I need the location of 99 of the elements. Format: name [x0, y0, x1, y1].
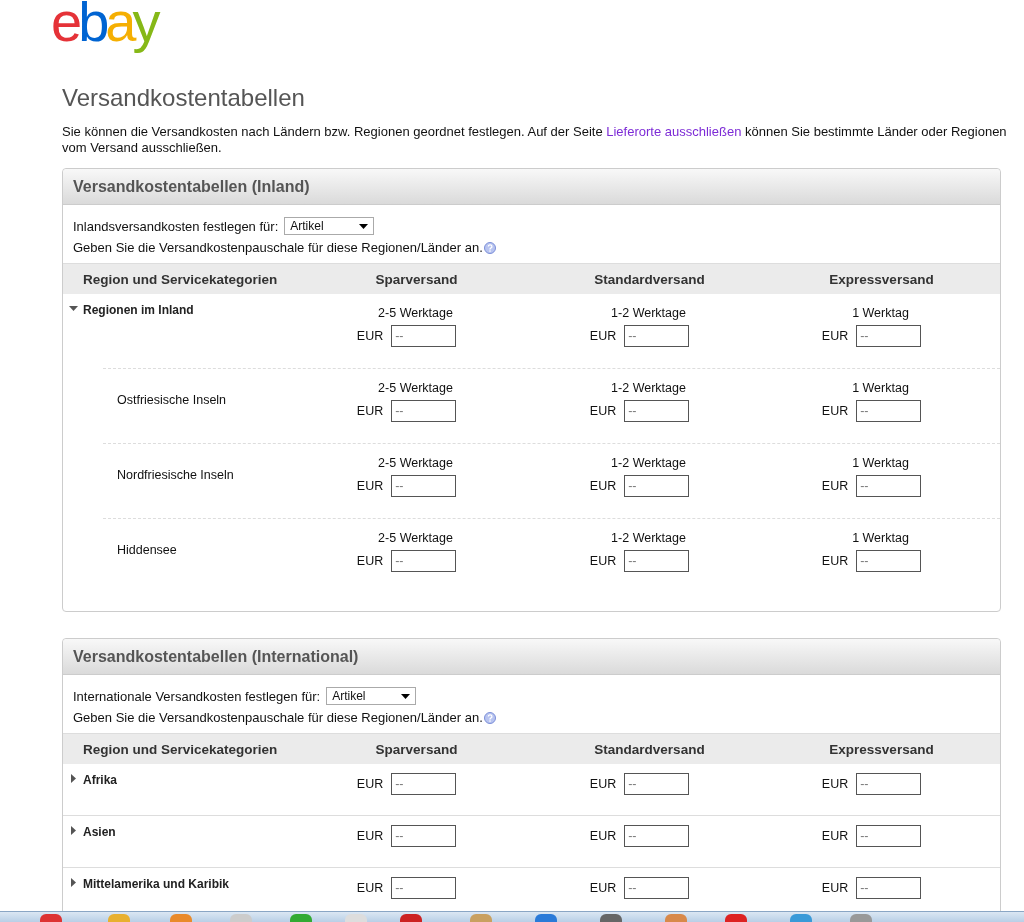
price-input[interactable]: -- — [856, 877, 922, 899]
price-input[interactable]: -- — [391, 550, 457, 572]
column-header: Region und Servicekategorien — [83, 271, 278, 287]
dropdown[interactable]: Artikel — [326, 687, 417, 705]
taskbar-icon[interactable] — [290, 914, 312, 922]
column-header: Region und Servicekategorien — [83, 741, 278, 757]
currency-label: EUR — [821, 404, 849, 418]
region-name: Asien — [83, 825, 116, 839]
link[interactable]: Lieferorte ausschließen — [606, 124, 742, 139]
currency-label: EUR — [356, 404, 384, 418]
delivery-time: 1-2 Werktage — [611, 381, 687, 395]
page-title: Versandkostentabellen — [62, 84, 305, 112]
column-header: Standardversand — [594, 741, 705, 757]
delivery-time: 1 Werktag — [852, 306, 910, 320]
hint-text: Geben Sie die Versandkostenpauschale für diese Regionen/Länder an. — [73, 240, 483, 255]
price-input[interactable]: -- — [624, 475, 690, 497]
delivery-time: 1-2 Werktage — [611, 531, 687, 545]
region-name: Hiddensee — [116, 542, 177, 557]
delivery-time: 2-5 Werktage — [378, 306, 454, 320]
price-input[interactable]: -- — [391, 400, 457, 422]
currency-label: EUR — [356, 479, 384, 493]
currency-label: EUR — [589, 404, 617, 418]
taskbar-icon[interactable] — [400, 914, 422, 922]
panel-header: Versandkostentabellen (Inland) — [63, 169, 1000, 205]
column-header: Sparversand — [375, 741, 458, 757]
currency-label: EUR — [589, 554, 617, 568]
taskbar-icon[interactable] — [790, 914, 812, 922]
help-icon[interactable] — [483, 711, 496, 724]
delivery-time: 2-5 Werktage — [378, 531, 454, 545]
delivery-time: 1 Werktag — [852, 456, 910, 470]
price-input[interactable]: -- — [391, 825, 457, 847]
price-input[interactable]: -- — [391, 773, 457, 795]
currency-label: EUR — [821, 479, 849, 493]
currency-label: EUR — [589, 329, 617, 343]
price-input[interactable]: -- — [391, 325, 457, 347]
currency-label: EUR — [589, 881, 617, 895]
price-input[interactable]: -- — [624, 400, 690, 422]
price-input[interactable]: -- — [856, 325, 922, 347]
column-header: Standardversand — [594, 271, 705, 287]
hint-text: Geben Sie die Versandkostenpauschale für diese Regionen/Länder an. — [73, 710, 483, 725]
currency-label: EUR — [356, 777, 384, 791]
price-input[interactable]: -- — [624, 825, 690, 847]
price-input[interactable]: -- — [391, 475, 457, 497]
taskbar-icon[interactable] — [40, 914, 62, 922]
setting-label: Internationale Versandkosten festlegen für: — [73, 688, 321, 704]
region-name: Mittelamerika und Karibik — [83, 877, 230, 891]
price-input[interactable]: -- — [856, 825, 922, 847]
taskbar-icon[interactable] — [170, 914, 192, 922]
currency-label: EUR — [356, 329, 384, 343]
price-input[interactable]: -- — [624, 877, 690, 899]
price-input[interactable]: -- — [624, 325, 690, 347]
price-input[interactable]: -- — [856, 773, 922, 795]
price-input[interactable]: -- — [391, 877, 457, 899]
dropdown[interactable]: Artikel — [284, 217, 375, 235]
caret-icon[interactable] — [69, 774, 78, 783]
price-input[interactable]: -- — [856, 400, 922, 422]
region-name: Afrika — [83, 773, 117, 787]
region-name: Regionen im Inland — [83, 303, 194, 317]
region-name: Ostfriesische Inseln — [116, 392, 227, 407]
currency-label: EUR — [356, 829, 384, 843]
taskbar-icon[interactable] — [850, 914, 872, 922]
delivery-time: 1 Werktag — [852, 381, 910, 395]
setting-label: Inlandsversandkosten festlegen für: — [73, 218, 279, 234]
taskbar-icon[interactable] — [725, 914, 747, 922]
column-header: Expressversand — [829, 271, 934, 287]
caret-icon[interactable] — [401, 693, 411, 699]
delivery-time: 1-2 Werktage — [611, 456, 687, 470]
price-input[interactable]: -- — [624, 773, 690, 795]
caret-icon[interactable] — [69, 304, 78, 313]
price-input[interactable]: -- — [624, 550, 690, 572]
currency-label: EUR — [356, 554, 384, 568]
delivery-time: 2-5 Werktage — [378, 456, 454, 470]
price-input[interactable]: -- — [856, 550, 922, 572]
delivery-time: 1-2 Werktage — [611, 306, 687, 320]
column-header: Sparversand — [375, 271, 458, 287]
caret-icon[interactable] — [69, 878, 78, 887]
delivery-time: 2-5 Werktage — [378, 381, 454, 395]
help-icon[interactable] — [483, 241, 496, 254]
panel-header: Versandkostentabellen (International) — [63, 639, 1000, 675]
column-header: Expressversand — [829, 741, 934, 757]
currency-label: EUR — [821, 881, 849, 895]
caret-icon[interactable] — [69, 826, 78, 835]
currency-label: EUR — [821, 554, 849, 568]
currency-label: EUR — [589, 479, 617, 493]
currency-label: EUR — [821, 829, 849, 843]
currency-label: EUR — [589, 777, 617, 791]
currency-label: EUR — [589, 829, 617, 843]
intro-text: Sie können die Versandkosten nach Ländern bzw. Regionen geordnet festlegen. Auf der Seite Lieferorte ausschließen können Sie bestimmte Länder oder Regionen vom Versand ausschließen. — [62, 124, 1008, 156]
taskbar-icon[interactable] — [665, 914, 687, 922]
taskbar-icon[interactable] — [535, 914, 557, 922]
currency-label: EUR — [821, 329, 849, 343]
delivery-time: 1 Werktag — [852, 531, 910, 545]
taskbar-icon[interactable] — [470, 914, 492, 922]
taskbar-icon[interactable] — [600, 914, 622, 922]
region-name: Nordfriesische Inseln — [116, 467, 234, 482]
caret-icon[interactable] — [359, 223, 369, 229]
price-input[interactable]: -- — [856, 475, 922, 497]
currency-label: EUR — [821, 777, 849, 791]
currency-label: EUR — [356, 881, 384, 895]
